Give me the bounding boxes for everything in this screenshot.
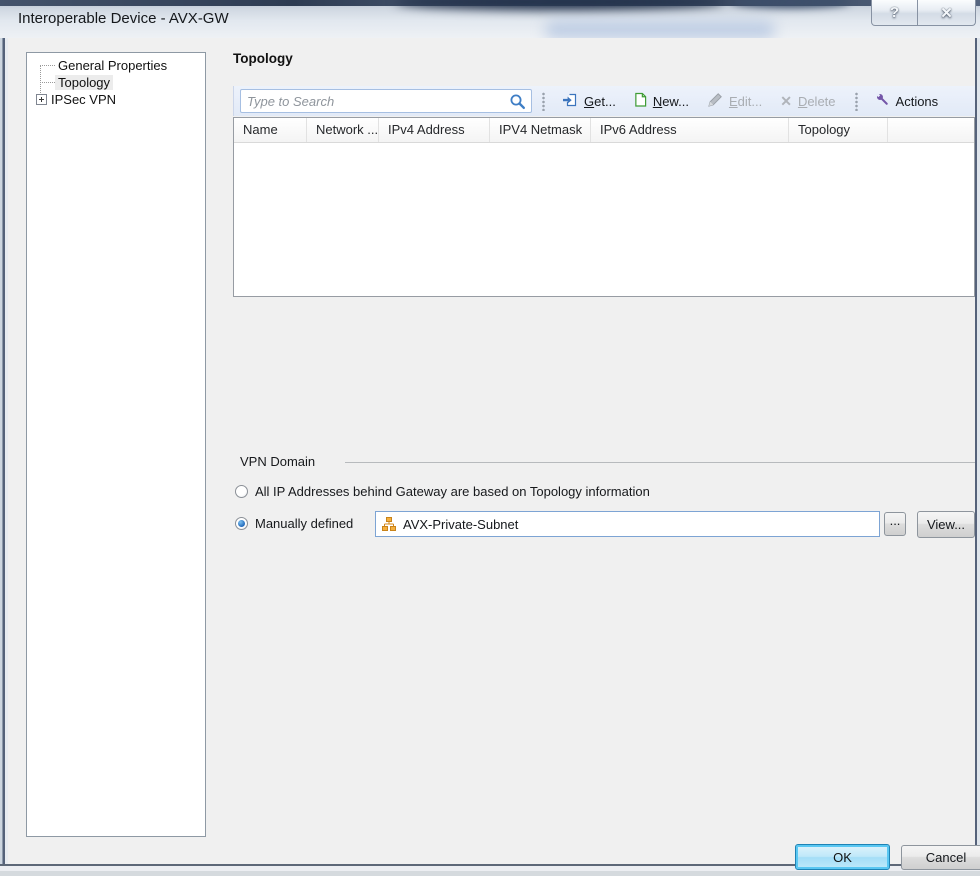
search-box <box>240 89 532 113</box>
get-button[interactable]: Get... <box>562 92 616 111</box>
column-header-ipv4-address[interactable]: IPv4 Address <box>379 118 490 142</box>
column-header-network[interactable]: Network ... <box>307 118 379 142</box>
actions-wrench-icon <box>875 92 890 110</box>
ok-button[interactable]: OK <box>795 844 890 870</box>
search-input[interactable] <box>241 94 509 109</box>
tree-line <box>40 82 55 83</box>
glass-reflection <box>545 22 775 38</box>
toolbar-separator <box>855 92 858 111</box>
topology-table: Name Network ... IPv4 Address IPV4 Netma… <box>233 117 975 297</box>
tree-line <box>40 65 55 66</box>
column-header-ipv6-address[interactable]: IPv6 Address <box>591 118 789 142</box>
titlebar[interactable]: Interoperable Device - AVX-GW ? ✕ <box>0 0 980 39</box>
cancel-button[interactable]: Cancel <box>901 845 980 870</box>
expand-plus-icon[interactable] <box>36 94 47 105</box>
question-mark-icon: ? <box>890 4 899 21</box>
edit-button[interactable]: Edit... <box>707 92 762 111</box>
tree-item-label: IPSec VPN <box>48 92 119 107</box>
close-icon: ✕ <box>940 4 953 22</box>
vpn-domain-object-field[interactable]: AVX-Private-Subnet <box>375 511 880 537</box>
new-button[interactable]: New... <box>634 92 689 110</box>
group-divider-line <box>345 462 975 463</box>
table-header-row: Name Network ... IPv4 Address IPV4 Netma… <box>234 118 974 143</box>
radio-option-manually-defined: Manually defined <box>235 516 353 531</box>
radio-option-topology: All IP Addresses behind Gateway are base… <box>235 484 650 499</box>
tree-item-ipsec-vpn[interactable]: IPSec VPN <box>48 91 119 108</box>
browse-button[interactable]: ... <box>884 512 906 536</box>
radio-button-unselected[interactable] <box>235 485 248 498</box>
tree-item-label: Topology <box>55 75 113 90</box>
network-subnet-icon <box>381 516 397 532</box>
glass-reflection <box>395 0 725 10</box>
column-header-ipv4-netmask[interactable]: IPV4 Netmask <box>490 118 591 142</box>
actions-button[interactable]: Actions <box>875 92 939 110</box>
view-button[interactable]: View... <box>917 511 975 538</box>
table-body-empty <box>234 143 974 296</box>
page-title: Topology <box>233 51 293 66</box>
column-header-name[interactable]: Name <box>234 118 307 142</box>
get-icon <box>562 92 578 111</box>
nav-tree: General Properties Topology IPSec VPN <box>26 52 206 837</box>
radio-label[interactable]: Manually defined <box>255 516 353 531</box>
titlebar-buttons: ? ✕ <box>871 0 976 26</box>
window-frame-left <box>0 38 8 866</box>
window-title: Interoperable Device - AVX-GW <box>18 10 229 27</box>
radio-button-selected[interactable] <box>235 517 248 530</box>
help-button[interactable]: ? <box>871 0 918 26</box>
column-header-topology[interactable]: Topology <box>789 118 888 142</box>
delete-button[interactable]: ✕ Delete <box>780 94 835 109</box>
column-header-empty <box>888 118 974 142</box>
edit-pencil-icon <box>707 92 723 111</box>
vpn-domain-group-label: VPN Domain <box>240 454 315 469</box>
delete-x-icon: ✕ <box>780 94 792 108</box>
vpn-domain-object-value: AVX-Private-Subnet <box>403 517 518 532</box>
new-document-icon <box>634 92 647 110</box>
glass-reflection <box>730 0 850 8</box>
close-button[interactable]: ✕ <box>917 0 976 26</box>
toolbar-separator <box>542 92 545 111</box>
tree-item-general-properties[interactable]: General Properties <box>55 57 170 74</box>
tree-item-label: General Properties <box>55 58 170 73</box>
radio-label[interactable]: All IP Addresses behind Gateway are base… <box>255 484 650 499</box>
dialog-window: Interoperable Device - AVX-GW ? ✕ Genera… <box>0 0 980 876</box>
topology-toolbar: Get... New... Edit... <box>233 86 975 116</box>
tree-item-topology[interactable]: Topology <box>55 74 113 91</box>
search-icon[interactable] <box>509 93 526 110</box>
window-frame-right <box>975 38 980 866</box>
dialog-client-area: General Properties Topology IPSec VPN To… <box>8 38 975 866</box>
